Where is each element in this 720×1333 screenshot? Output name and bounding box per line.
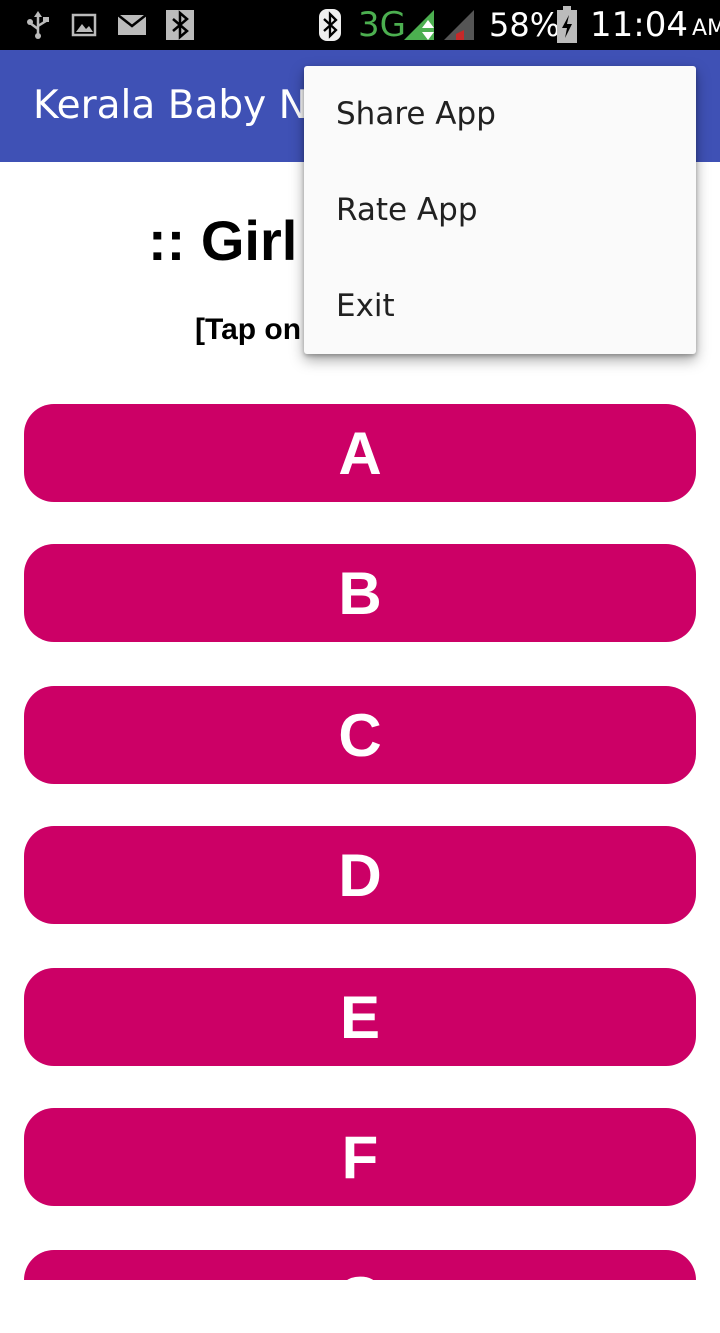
letter-button-f[interactable]: F (24, 1108, 696, 1206)
instruction-text: [Tap on (195, 313, 302, 346)
overflow-menu: Share App Rate App Exit (304, 66, 696, 354)
menu-item-exit[interactable]: Exit (304, 258, 696, 354)
app-title: Kerala Baby Na (33, 83, 332, 128)
usb-icon (24, 0, 52, 50)
clock-ampm: AM (691, 15, 720, 41)
letter-button-b[interactable]: B (24, 544, 696, 642)
battery-icon (556, 0, 578, 50)
page-heading: :: Girl (148, 209, 298, 272)
menu-item-share-app[interactable]: Share App (304, 66, 696, 162)
letter-button-c[interactable]: C (24, 686, 696, 784)
clock-time: 11:04 (590, 5, 688, 45)
mail-icon (116, 0, 148, 50)
menu-item-rate-app[interactable]: Rate App (304, 162, 696, 258)
letter-button-e[interactable]: E (24, 968, 696, 1066)
letter-button-d[interactable]: D (24, 826, 696, 924)
bluetooth-icon (318, 0, 342, 50)
clock: 11:04 AM (590, 0, 720, 50)
bluetooth-notification-icon (164, 0, 196, 50)
signal-icon (402, 0, 436, 50)
status-bar: 3G 58% 11:04 AM (0, 0, 720, 50)
battery-percent: 58% (489, 6, 561, 44)
signal-weak-icon (442, 0, 476, 50)
network-type-label: 3G (358, 5, 406, 45)
image-icon (70, 0, 98, 50)
letter-button-a[interactable]: A (24, 404, 696, 502)
letter-button-g[interactable]: G (24, 1250, 696, 1332)
